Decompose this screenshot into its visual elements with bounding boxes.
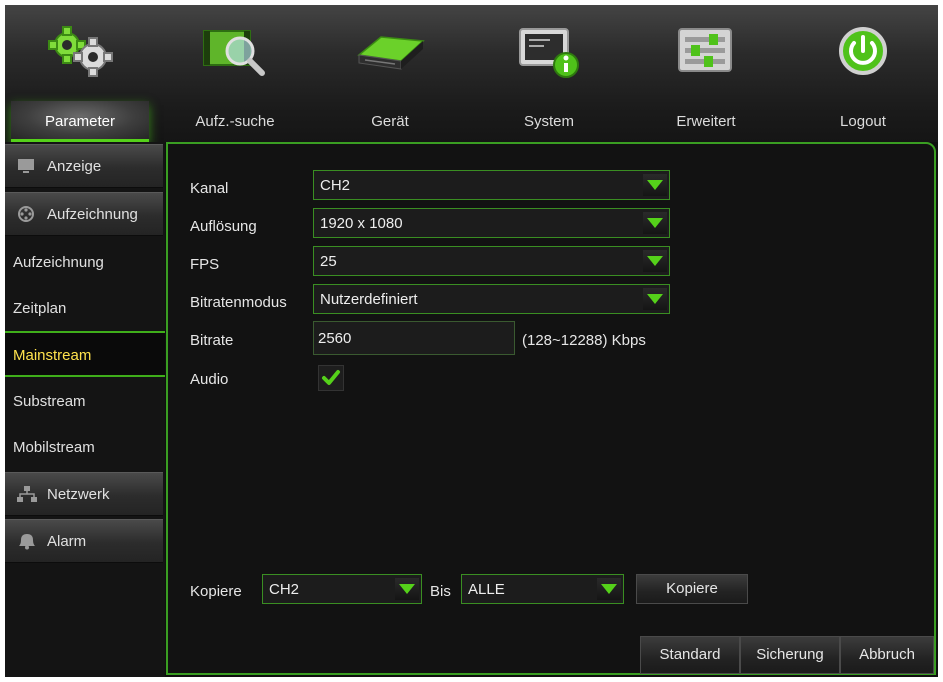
sidebar-category-label: Netzwerk (47, 485, 110, 503)
kopiere-to-select[interactable]: ALLE (461, 574, 624, 604)
nav-label: Erweitert (676, 113, 736, 130)
fps-select[interactable]: 25 (313, 246, 670, 276)
power-icon (839, 27, 887, 75)
sidebar-item-mainstream[interactable]: Mainstream (5, 331, 165, 377)
fps-label: FPS (190, 256, 220, 273)
chevron-down-icon (643, 174, 667, 196)
bitrate-input[interactable]: 2560 (313, 321, 515, 355)
nav-label: Logout (840, 113, 886, 130)
kopiere-button-label: Kopiere (666, 580, 718, 597)
nav-label: Gerät (371, 113, 409, 130)
standard-button[interactable]: Standard (640, 636, 740, 674)
kanal-value: CH2 (320, 177, 351, 194)
gears-icon (48, 26, 113, 77)
film-reel-icon (18, 206, 34, 222)
sicherung-button[interactable]: Sicherung (740, 636, 840, 674)
chevron-down-icon (597, 578, 621, 600)
bis-label: Bis (430, 583, 451, 600)
nav-system[interactable]: System (474, 5, 624, 142)
sidebar-item-zeitplan[interactable]: Zeitplan (5, 286, 165, 332)
kopiere-from-select[interactable]: CH2 (262, 574, 422, 604)
nav-geraet[interactable]: Gerät (315, 5, 465, 142)
nav-parameter[interactable]: Parameter (5, 5, 155, 142)
sidebar-category-label: Aufzeichnung (47, 205, 138, 223)
hard-drive-icon (357, 36, 425, 70)
sidebar-category-anzeige[interactable]: Anzeige (5, 144, 163, 188)
monitor-icon (18, 159, 34, 173)
bitrate-value: 2560 (318, 330, 352, 347)
dvr-screen: Parameter Aufz.-suche Gerät System Erwei… (5, 5, 938, 677)
sliders-icon (678, 28, 732, 72)
audio-checkbox[interactable] (318, 365, 344, 391)
network-icon (17, 486, 37, 502)
monitor-info-icon (519, 28, 579, 78)
nav-erweitert[interactable]: Erweitert (631, 5, 781, 142)
nav-label: System (523, 113, 574, 130)
kopiere-to-value: ALLE (468, 581, 505, 598)
sicherung-button-label: Sicherung (756, 646, 824, 663)
sidebar-category-alarm[interactable]: Alarm (5, 519, 163, 563)
nav-logout[interactable]: Logout (788, 5, 938, 142)
kopiere-button[interactable]: Kopiere (636, 574, 748, 604)
sidebar-category-aufzeichnung[interactable]: Aufzeichnung (5, 192, 163, 236)
aufloesung-select[interactable]: 1920 x 1080 (313, 208, 670, 238)
kanal-label: Kanal (190, 180, 229, 197)
settings-panel: Kanal CH2 Auflösung 1920 x 1080 FPS 25 B… (166, 142, 936, 675)
top-navigation: Parameter Aufz.-suche Gerät System Erwei… (5, 5, 938, 142)
kopiere-from-value: CH2 (269, 581, 300, 598)
chevron-down-icon (643, 250, 667, 272)
kopiere-label: Kopiere (190, 583, 242, 600)
standard-button-label: Standard (659, 646, 721, 663)
film-search-icon (203, 30, 265, 76)
abbruch-button[interactable]: Abbruch (840, 636, 934, 674)
fps-value: 25 (320, 253, 337, 270)
aufloesung-value: 1920 x 1080 (320, 215, 403, 232)
bitrate-range: (128~12288) Kbps (522, 332, 646, 349)
kanal-select[interactable]: CH2 (313, 170, 670, 200)
sidebar-item-aufzeichnung[interactable]: Aufzeichnung (5, 240, 165, 286)
sidebar-item-substream[interactable]: Substream (5, 379, 165, 425)
nav-label: Parameter (44, 113, 116, 130)
sidebar-category-label: Anzeige (47, 157, 102, 175)
nav-aufz-suche[interactable]: Aufz.-suche (160, 5, 310, 142)
alarm-bell-icon (19, 534, 35, 550)
bitrate-label: Bitrate (190, 332, 234, 349)
bitratenmodus-select[interactable]: Nutzerdefiniert (313, 284, 670, 314)
sidebar: Anzeige Aufzeichnung Aufzeichnung Zeitpl… (5, 142, 165, 677)
sidebar-category-label: Alarm (47, 532, 87, 550)
bitratenmodus-label: Bitratenmodus (190, 294, 287, 311)
abbruch-button-label: Abbruch (859, 646, 915, 663)
chevron-down-icon (395, 578, 419, 600)
chevron-down-icon (643, 212, 667, 234)
chevron-down-icon (643, 288, 667, 310)
sidebar-item-mobilstream[interactable]: Mobilstream (5, 425, 165, 471)
bitratenmodus-value: Nutzerdefiniert (320, 291, 418, 308)
checkmark-icon (322, 370, 340, 385)
audio-label: Audio (190, 371, 229, 388)
aufloesung-label: Auflösung (190, 218, 257, 235)
nav-label: Aufz.-suche (195, 113, 275, 130)
sidebar-category-netzwerk[interactable]: Netzwerk (5, 472, 163, 516)
